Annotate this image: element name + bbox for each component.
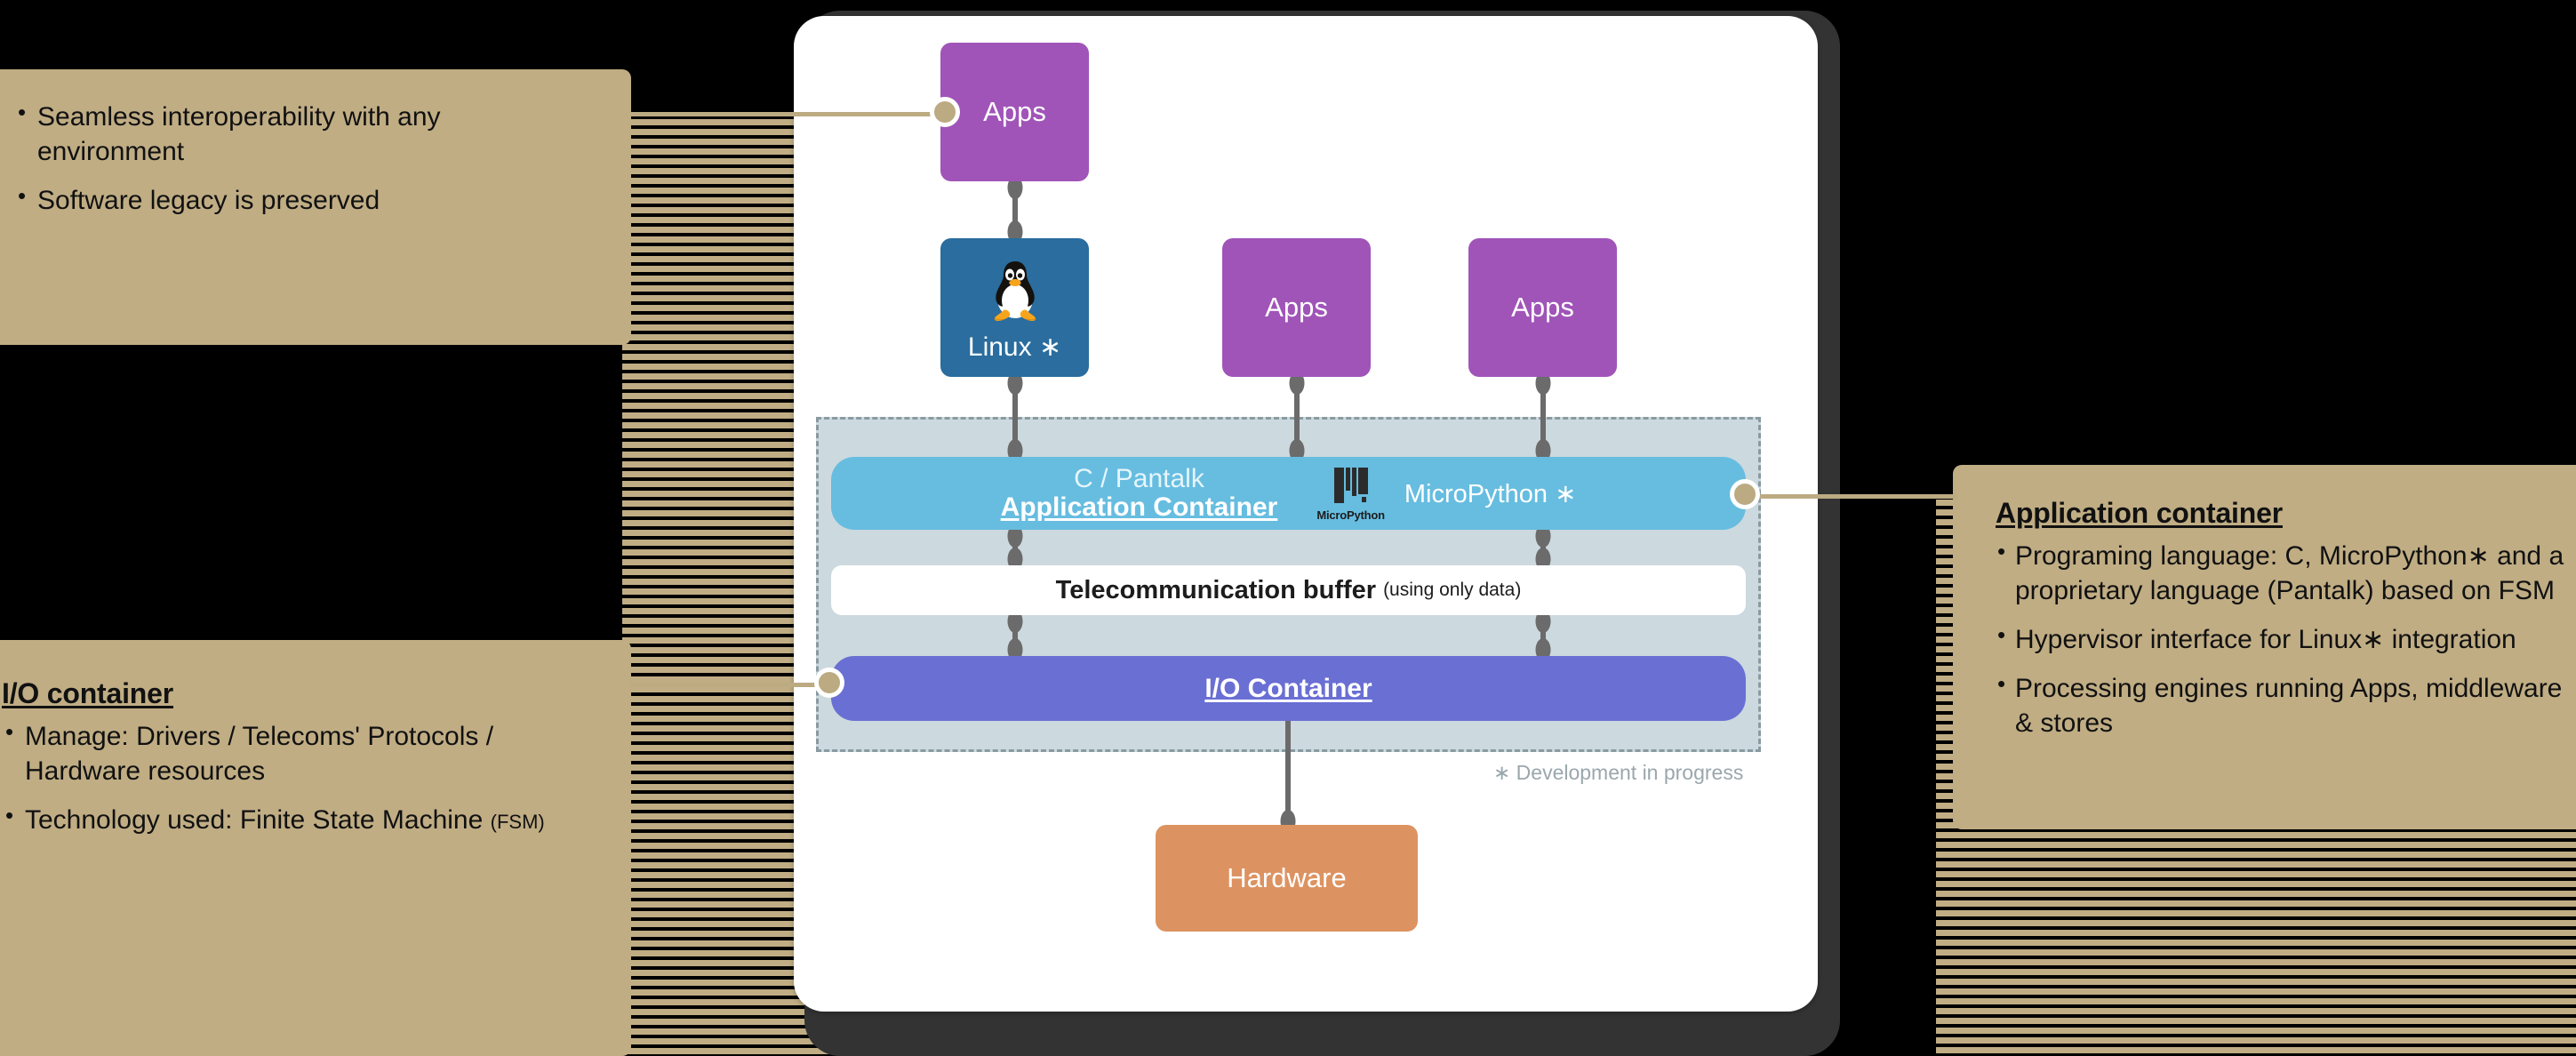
telecom-buffer-title: Telecommunication buffer	[1055, 575, 1377, 604]
hardware-block[interactable]: Hardware	[1156, 825, 1418, 932]
list-item: Technology used: Finite State Machine (F…	[2, 801, 581, 837]
development-in-progress-note: ∗ Development in progress	[1493, 761, 1744, 784]
panel-io-container: I/O container Manage: Drivers / Telecoms…	[0, 640, 631, 1056]
panel-io-container-title: I/O container	[2, 677, 173, 709]
leader-line-apps-top	[631, 112, 947, 116]
apps-block-middle-label: Apps	[1265, 292, 1328, 323]
apps-block-top[interactable]: Apps	[940, 43, 1089, 181]
list-item-text: Technology used: Finite State Machine	[25, 805, 491, 835]
leader-node-apps-top[interactable]	[930, 97, 960, 127]
list-item: Software legacy is preserved	[14, 181, 581, 218]
io-container-bar[interactable]: I/O Container	[831, 656, 1746, 721]
application-container-bar[interactable]: C / Pantalk Application Container MicroP…	[831, 457, 1746, 530]
connector-app-container-to-telecom-right	[1535, 524, 1550, 571]
hardware-block-label: Hardware	[1227, 862, 1347, 893]
panel-interoperability-list: Seamless interoperability with any envir…	[14, 98, 581, 218]
panel-interoperability: Seamless interoperability with any envir…	[0, 69, 631, 345]
io-container-label: I/O Container	[1204, 673, 1372, 703]
connector-apps-to-linux	[1007, 176, 1022, 244]
app-container-language-label: C / Pantalk	[1074, 463, 1204, 493]
micropython-logo: MicroPython	[1316, 465, 1385, 522]
connector-linux-to-app-container	[1007, 372, 1022, 462]
panel-application-container-list: Programing language: C, MicroPython∗ and…	[1996, 537, 2569, 740]
application-container-text: C / Pantalk Application Container	[1000, 463, 1278, 523]
application-container-content: C / Pantalk Application Container MicroP…	[1000, 463, 1577, 523]
list-item-text: Manage: Drivers / Telecoms' Protocols / …	[25, 722, 494, 786]
connector-apps-mid-to-app-container	[1289, 372, 1304, 462]
tux-penguin-icon	[987, 258, 1044, 326]
panel-io-container-list: Manage: Drivers / Telecoms' Protocols / …	[2, 717, 581, 837]
apps-block-right-label: Apps	[1511, 292, 1574, 323]
fsm-abbreviation: (FSM)	[490, 811, 545, 833]
list-item: Hypervisor interface for Linux∗ integrat…	[1996, 620, 2569, 657]
list-item: Manage: Drivers / Telecoms' Protocols / …	[2, 717, 581, 788]
list-item: Programing language: C, MicroPython∗ and…	[1996, 537, 2569, 608]
telecom-buffer-suffix: (using only data)	[1383, 580, 1522, 600]
list-item: Seamless interoperability with any envir…	[14, 98, 581, 169]
micropython-icon	[1331, 465, 1372, 506]
leader-node-application-container[interactable]	[1730, 479, 1760, 509]
connector-app-container-to-telecom-left	[1007, 524, 1022, 571]
panel-application-container: Application container Programing languag…	[1953, 465, 2576, 829]
connector-io-to-hardware	[1280, 721, 1295, 833]
micropython-logo-text: MicroPython	[1316, 508, 1385, 522]
leader-line-application-container	[1740, 494, 1958, 499]
leader-line-io-container	[631, 683, 837, 687]
leader-node-io-container[interactable]	[814, 668, 844, 698]
panel-application-container-title: Application container	[1996, 497, 2283, 529]
list-item: Processing engines running Apps, middlew…	[1996, 669, 2569, 740]
telecommunication-buffer-bar[interactable]: Telecommunication buffer (using only dat…	[831, 565, 1746, 615]
apps-block-top-label: Apps	[983, 96, 1046, 127]
apps-block-middle[interactable]: Apps	[1222, 238, 1371, 377]
linux-block[interactable]: Linux ∗	[940, 238, 1089, 377]
micropython-label: MicroPython ∗	[1404, 479, 1577, 508]
apps-block-right[interactable]: Apps	[1468, 238, 1617, 377]
app-container-title: Application Container	[1000, 492, 1278, 522]
connector-telecom-to-io-left	[1007, 610, 1022, 661]
linux-block-label: Linux ∗	[967, 332, 1062, 362]
connector-telecom-to-io-right	[1535, 610, 1550, 661]
connector-apps-right-to-app-container	[1535, 372, 1550, 462]
